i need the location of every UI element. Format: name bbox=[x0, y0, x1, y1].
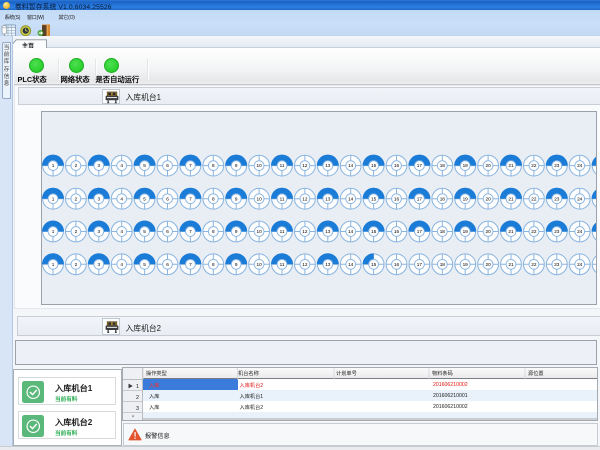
svg-text:6: 6 bbox=[166, 262, 169, 267]
svg-text:1: 1 bbox=[51, 262, 54, 267]
svg-text:21: 21 bbox=[508, 262, 514, 267]
svg-text:16: 16 bbox=[393, 163, 399, 168]
svg-text:6: 6 bbox=[166, 163, 169, 168]
svg-text:10: 10 bbox=[256, 196, 262, 201]
svg-text:7: 7 bbox=[189, 163, 192, 168]
svg-text:20: 20 bbox=[485, 262, 491, 267]
svg-text:10: 10 bbox=[256, 262, 262, 267]
svg-text:1: 1 bbox=[51, 229, 54, 234]
svg-text:21: 21 bbox=[508, 163, 514, 168]
svg-text:9: 9 bbox=[234, 196, 237, 201]
svg-text:19: 19 bbox=[462, 163, 468, 168]
svg-text:13: 13 bbox=[325, 163, 331, 168]
svg-text:20: 20 bbox=[485, 229, 491, 234]
svg-text:7: 7 bbox=[189, 262, 192, 267]
svg-text:13: 13 bbox=[325, 229, 331, 234]
svg-text:18: 18 bbox=[439, 163, 445, 168]
svg-text:7: 7 bbox=[189, 229, 192, 234]
svg-text:10: 10 bbox=[256, 229, 262, 234]
svg-text:2: 2 bbox=[74, 163, 77, 168]
svg-text:22: 22 bbox=[531, 262, 537, 267]
svg-text:14: 14 bbox=[348, 262, 354, 267]
svg-text:19: 19 bbox=[462, 262, 468, 267]
svg-text:2: 2 bbox=[74, 196, 77, 201]
svg-text:23: 23 bbox=[554, 262, 560, 267]
svg-text:15: 15 bbox=[370, 196, 376, 201]
svg-text:1: 1 bbox=[51, 196, 54, 201]
svg-text:23: 23 bbox=[554, 196, 560, 201]
svg-text:22: 22 bbox=[531, 163, 537, 168]
svg-text:2: 2 bbox=[74, 229, 77, 234]
svg-text:9: 9 bbox=[234, 262, 237, 267]
svg-text:23: 23 bbox=[554, 163, 560, 168]
svg-text:18: 18 bbox=[439, 262, 445, 267]
svg-text:14: 14 bbox=[348, 229, 354, 234]
svg-text:8: 8 bbox=[211, 262, 214, 267]
svg-text:11: 11 bbox=[279, 262, 284, 267]
svg-text:9: 9 bbox=[234, 229, 237, 234]
svg-text:14: 14 bbox=[348, 163, 354, 168]
svg-text:24: 24 bbox=[577, 196, 583, 201]
svg-text:1: 1 bbox=[51, 163, 54, 168]
svg-text:9: 9 bbox=[234, 163, 237, 168]
svg-text:24: 24 bbox=[577, 163, 583, 168]
svg-text:22: 22 bbox=[531, 196, 537, 201]
svg-text:18: 18 bbox=[439, 229, 445, 234]
svg-text:16: 16 bbox=[393, 262, 399, 267]
svg-text:21: 21 bbox=[508, 196, 514, 201]
svg-text:20: 20 bbox=[485, 163, 491, 168]
svg-text:12: 12 bbox=[302, 229, 308, 234]
svg-text:15: 15 bbox=[370, 163, 376, 168]
svg-text:4: 4 bbox=[120, 229, 123, 234]
svg-text:4: 4 bbox=[120, 163, 123, 168]
svg-text:20: 20 bbox=[485, 196, 491, 201]
svg-text:4: 4 bbox=[120, 262, 123, 267]
svg-text:3: 3 bbox=[97, 229, 100, 234]
svg-text:17: 17 bbox=[416, 229, 422, 234]
svg-text:12: 12 bbox=[302, 196, 308, 201]
svg-text:14: 14 bbox=[348, 196, 354, 201]
svg-text:3: 3 bbox=[97, 196, 100, 201]
svg-text:18: 18 bbox=[439, 196, 445, 201]
svg-text:16: 16 bbox=[393, 196, 399, 201]
svg-text:13: 13 bbox=[325, 196, 331, 201]
svg-text:8: 8 bbox=[211, 163, 214, 168]
svg-text:4: 4 bbox=[120, 196, 123, 201]
svg-text:3: 3 bbox=[97, 163, 100, 168]
svg-text:17: 17 bbox=[416, 163, 422, 168]
svg-text:11: 11 bbox=[279, 163, 284, 168]
svg-text:12: 12 bbox=[302, 262, 308, 267]
svg-text:16: 16 bbox=[393, 229, 399, 234]
svg-text:15: 15 bbox=[370, 229, 376, 234]
svg-text:3: 3 bbox=[97, 262, 100, 267]
svg-text:5: 5 bbox=[143, 196, 146, 201]
svg-text:5: 5 bbox=[143, 163, 146, 168]
svg-text:11: 11 bbox=[279, 229, 284, 234]
svg-text:24: 24 bbox=[577, 229, 583, 234]
svg-text:2: 2 bbox=[74, 262, 77, 267]
svg-text:10: 10 bbox=[256, 163, 262, 168]
svg-text:23: 23 bbox=[554, 229, 560, 234]
svg-text:19: 19 bbox=[462, 196, 468, 201]
svg-text:24: 24 bbox=[577, 262, 583, 267]
svg-text:7: 7 bbox=[189, 196, 192, 201]
svg-text:6: 6 bbox=[166, 229, 169, 234]
svg-text:17: 17 bbox=[416, 196, 422, 201]
svg-text:8: 8 bbox=[211, 229, 214, 234]
svg-text:13: 13 bbox=[325, 262, 331, 267]
svg-text:6: 6 bbox=[166, 196, 169, 201]
svg-text:11: 11 bbox=[279, 196, 284, 201]
svg-text:21: 21 bbox=[508, 229, 514, 234]
svg-text:5: 5 bbox=[143, 262, 146, 267]
svg-text:15: 15 bbox=[370, 262, 376, 267]
svg-text:8: 8 bbox=[211, 196, 214, 201]
svg-text:5: 5 bbox=[143, 229, 146, 234]
svg-text:19: 19 bbox=[462, 229, 468, 234]
svg-text:22: 22 bbox=[531, 229, 537, 234]
svg-text:12: 12 bbox=[302, 163, 308, 168]
svg-text:17: 17 bbox=[416, 262, 422, 267]
